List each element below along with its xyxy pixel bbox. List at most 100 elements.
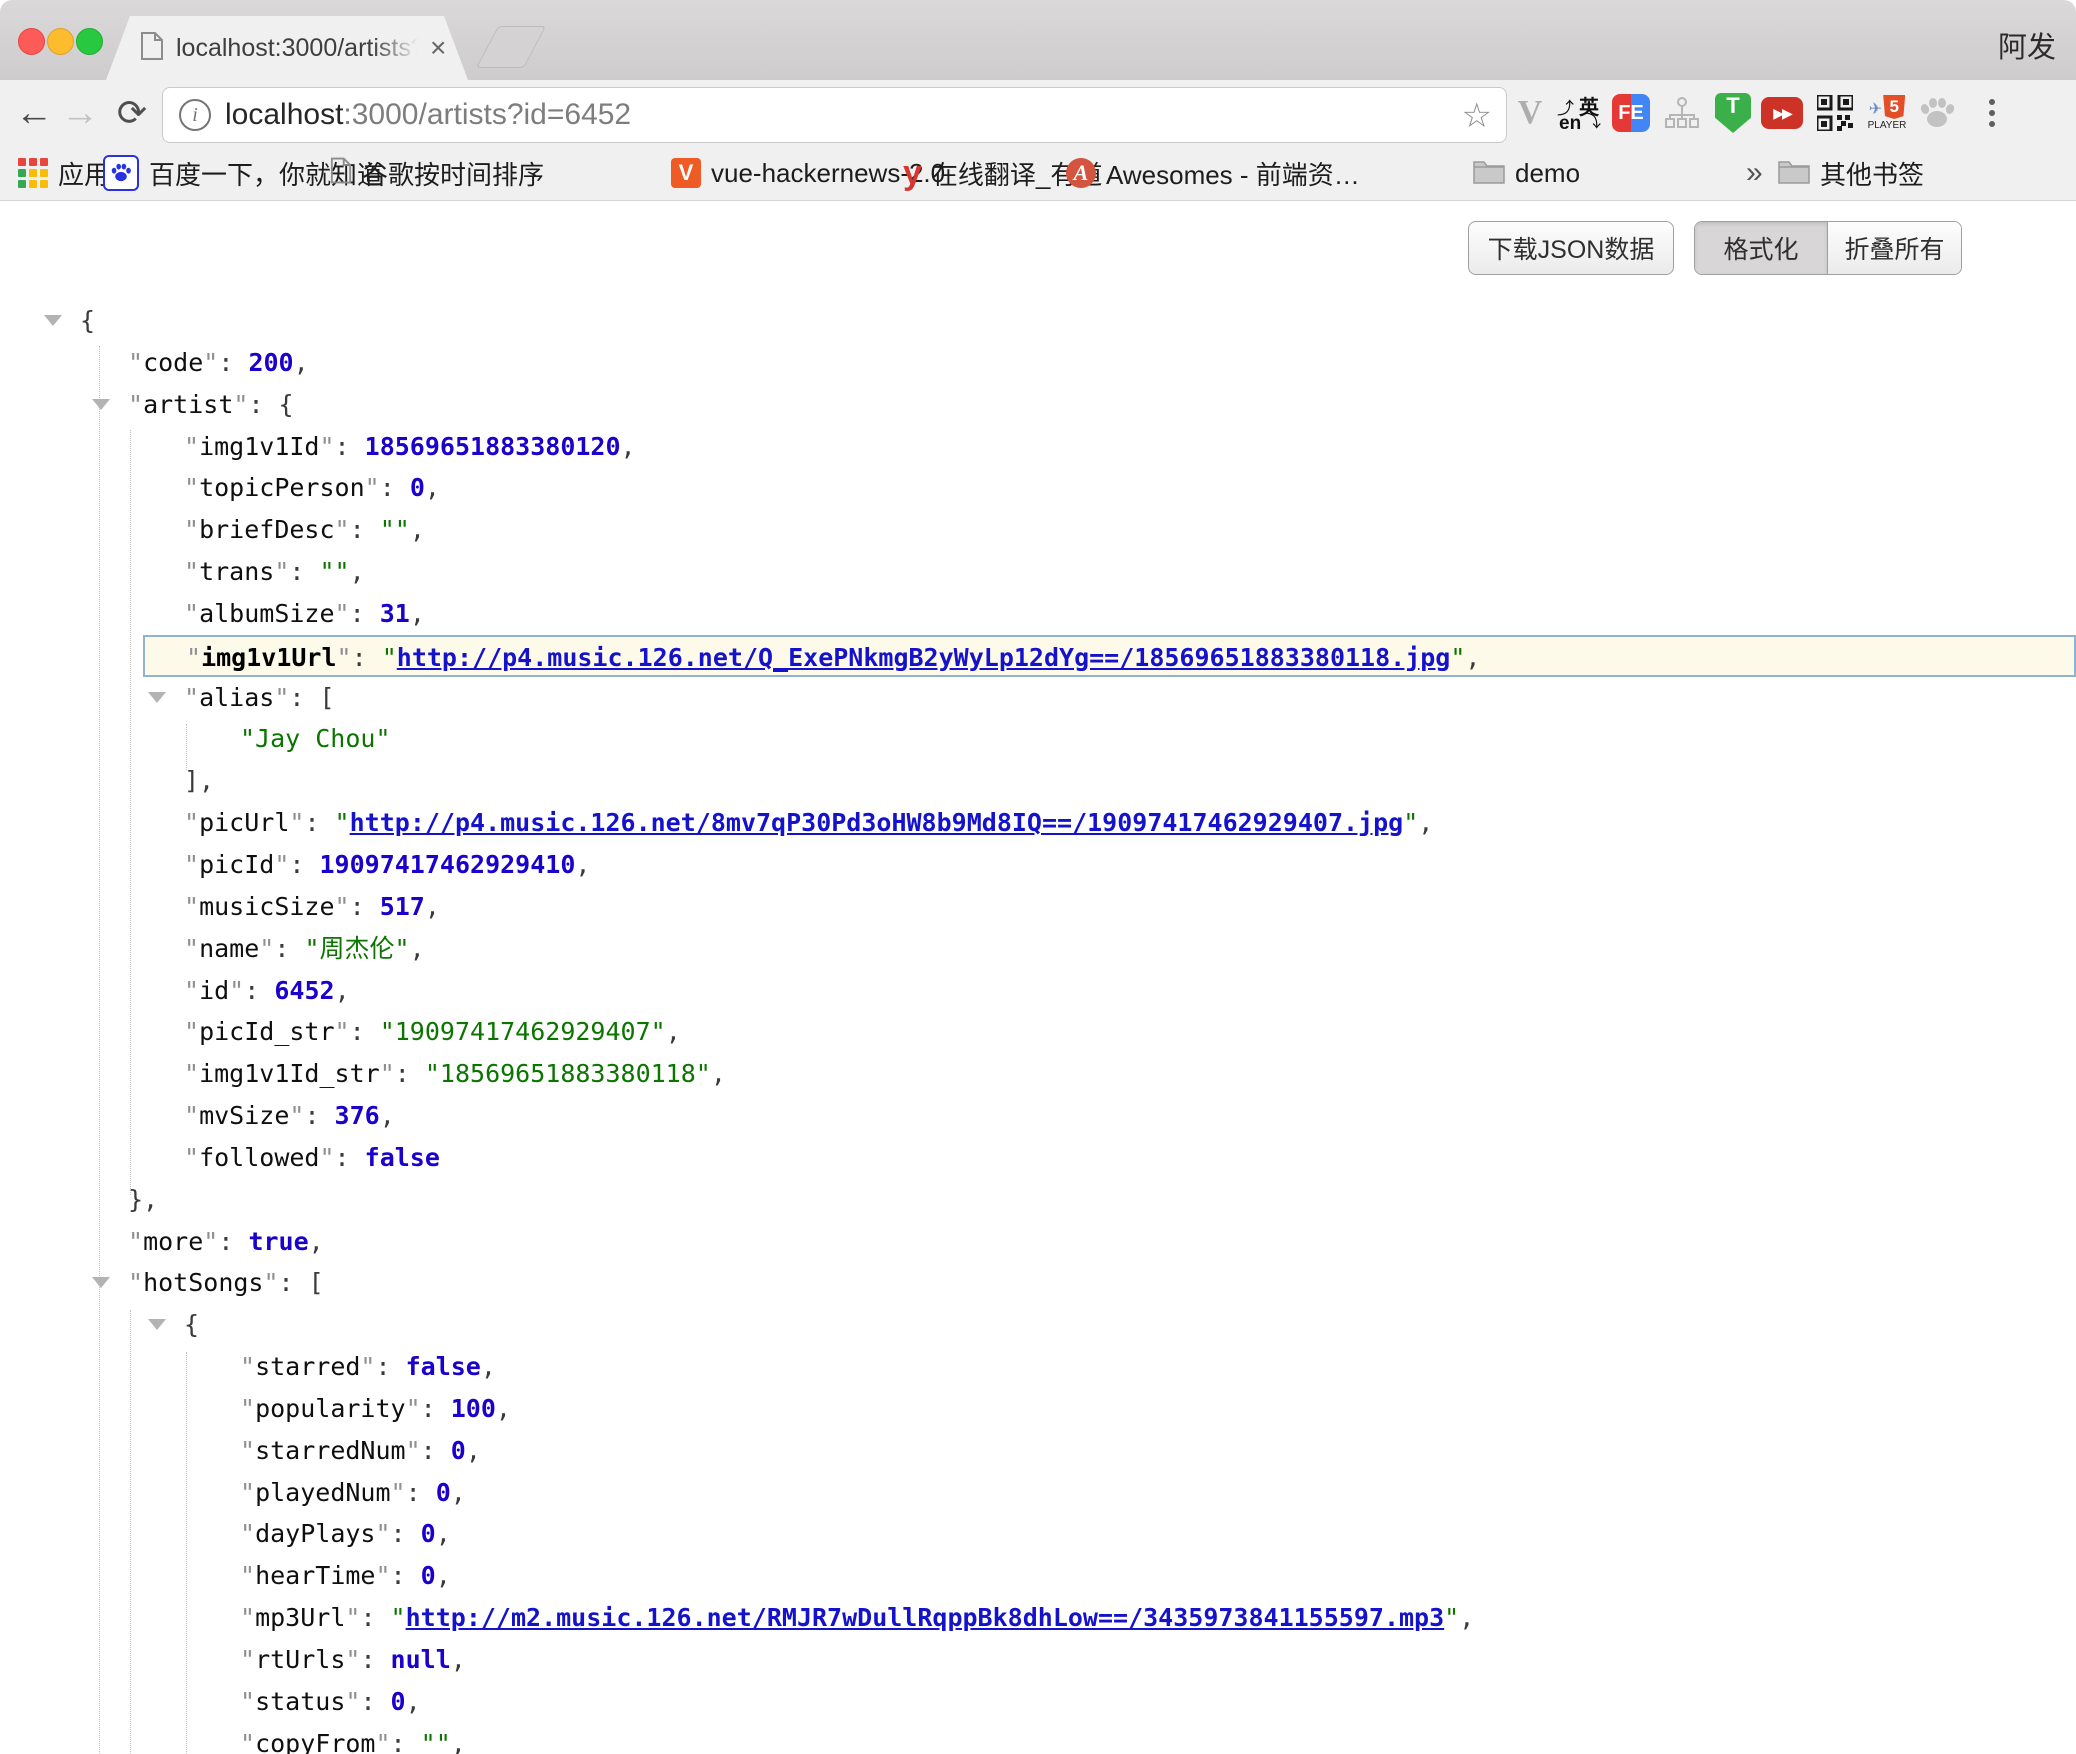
json-line: "hotSongs": [	[0, 1262, 2076, 1304]
video-speed-extension-icon[interactable]: ▶▶	[1758, 80, 1806, 146]
json-line: "rtUrls": null,	[0, 1639, 2076, 1681]
other-bookmarks-folder[interactable]: 其他书签	[1778, 146, 1924, 200]
json-line: "picId_str": "19097417462929407",	[0, 1011, 2076, 1053]
json-line: "playedNum": 0,	[0, 1472, 2076, 1514]
back-button[interactable]: ←	[12, 80, 56, 146]
browser-tab[interactable]: localhost:3000/artists?id=645 ×	[106, 16, 468, 80]
json-line: ],	[0, 760, 2076, 802]
bookmark-star-icon[interactable]: ☆	[1462, 96, 1492, 136]
json-line: {	[0, 300, 2076, 342]
fullscreen-window-button[interactable]	[76, 28, 103, 55]
url-rest: :3000/artists?id=6452	[343, 98, 631, 131]
json-line: "briefDesc": "",	[0, 509, 2076, 551]
json-line: "albumSize": 31,	[0, 593, 2076, 635]
bookmark-label: 谷歌按时间排序	[362, 155, 544, 192]
page-info-icon[interactable]: i	[179, 99, 211, 131]
reload-button[interactable]: ⟳	[108, 80, 156, 146]
shield-extension-icon[interactable]: T	[1710, 80, 1756, 146]
folder-icon	[1778, 158, 1810, 189]
collapse-toggle-icon[interactable]	[148, 1319, 166, 1330]
json-line: "status": 0,	[0, 1681, 2076, 1723]
json-line: "code": 200,	[0, 342, 2076, 384]
collapse-toggle-icon[interactable]	[44, 315, 62, 326]
awesomes-badge-icon: A	[1066, 158, 1096, 188]
browser-toolbar: ← → ⟳ i localhost:3000/artists?id=6452 ☆…	[0, 80, 2076, 146]
bookmark-item-7[interactable]: demo	[1473, 146, 1580, 200]
tab-strip: localhost:3000/artists?id=645 × 阿发	[0, 0, 2076, 80]
view-mode-button-group: 格式化 折叠所有	[1694, 221, 1962, 275]
json-line: "picUrl": "http://p4.music.126.net/8mv7q…	[0, 802, 2076, 844]
forward-button: →	[58, 80, 102, 146]
bookmark-item-1[interactable]: 应用	[18, 146, 110, 200]
tab-title: localhost:3000/artists?id=645	[176, 34, 418, 63]
json-line: "starredNum": 0,	[0, 1430, 2076, 1472]
page-icon	[330, 157, 352, 189]
json-line: "mp3Url": "http://m2.music.126.net/RMJR7…	[0, 1597, 2076, 1639]
json-url-link[interactable]: http://m2.music.126.net/RMJR7wDullRqppBk…	[406, 1603, 1445, 1632]
json-line: "hearTime": 0,	[0, 1555, 2076, 1597]
json-line: "img1v1Id": 18569651883380120,	[0, 426, 2076, 468]
close-window-button[interactable]	[18, 28, 45, 55]
download-json-button[interactable]: 下载JSON数据	[1468, 221, 1674, 275]
url-text: localhost:3000/artists?id=6452	[225, 98, 631, 132]
json-line: "musicSize": 517,	[0, 886, 2076, 928]
collapse-all-button[interactable]: 折叠所有	[1827, 222, 1961, 274]
bookmark-label: Awesomes - 前端资…	[1106, 155, 1360, 192]
youdao-badge-icon: y	[903, 158, 922, 188]
fe-extension-icon[interactable]: FE	[1608, 80, 1654, 146]
url-host: localhost	[225, 98, 343, 131]
collapse-toggle-icon[interactable]	[92, 399, 110, 410]
paw-extension-icon[interactable]	[1914, 80, 1960, 146]
json-line: "picId": 19097417462929410,	[0, 844, 2076, 886]
json-url-link[interactable]: http://p4.music.126.net/8mv7qP30Pd3oHW8b…	[350, 808, 1404, 837]
json-line: },	[0, 1179, 2076, 1221]
profile-name[interactable]: 阿发	[1998, 24, 2056, 66]
json-line: "img1v1Id_str": "18569651883380118",	[0, 1053, 2076, 1095]
collapse-toggle-icon[interactable]	[148, 692, 166, 703]
chrome-menu-icon[interactable]	[1972, 80, 2012, 146]
json-line-highlighted: "img1v1Url": "http://p4.music.126.net/Q_…	[143, 635, 2076, 677]
translate-arrow-icon: ⤵	[1584, 107, 1601, 132]
vue-devtools-icon[interactable]: V	[1508, 80, 1552, 146]
browser-window: localhost:3000/artists?id=645 × 阿发 ← → ⟳…	[0, 0, 2076, 1754]
minimize-window-button[interactable]	[47, 28, 74, 55]
json-line: {	[0, 1304, 2076, 1346]
apps-grid-icon	[18, 158, 48, 188]
json-line: "followed": false	[0, 1137, 2076, 1179]
collapse-toggle-icon[interactable]	[92, 1277, 110, 1288]
address-bar[interactable]: i localhost:3000/artists?id=6452 ☆	[162, 87, 1507, 143]
json-line: "starred": false,	[0, 1346, 2076, 1388]
json-line: "artist": {	[0, 384, 2076, 426]
json-line: "trans": "",	[0, 551, 2076, 593]
bookmark-item-6[interactable]: A Awesomes - 前端资…	[1066, 146, 1360, 200]
json-line: "mvSize": 376,	[0, 1095, 2076, 1137]
page-icon	[140, 32, 164, 65]
json-line: "alias": [	[0, 677, 2076, 719]
json-line: "copyFrom": "",	[0, 1723, 2076, 1754]
json-viewer: {"code": 200,"artist": {"img1v1Id": 1856…	[0, 300, 2076, 1754]
bookmark-label: demo	[1515, 158, 1580, 189]
json-line: "id": 6452,	[0, 970, 2076, 1012]
qr-code-extension-icon[interactable]	[1812, 80, 1858, 146]
bookmarks-overflow-chevron[interactable]: »	[1746, 146, 1763, 200]
folder-icon	[1473, 158, 1505, 189]
json-line: "more": true,	[0, 1221, 2076, 1263]
wing-icon: ✈	[1869, 99, 1882, 119]
vue-badge-icon: V	[671, 158, 701, 188]
json-line: "popularity": 100,	[0, 1388, 2076, 1430]
json-line: "topicPerson": 0,	[0, 467, 2076, 509]
json-line: "Jay Chou"	[0, 718, 2076, 760]
json-line: "name": "周杰伦",	[0, 928, 2076, 970]
page-content: 下载JSON数据 格式化 折叠所有 {"code": 200,"artist":…	[0, 201, 2076, 1754]
bookmarks-bar: 应用百度一下，你就知道谷歌按时间排序Vvue-hackernews-2.0y在线…	[0, 146, 2076, 201]
json-url-link[interactable]: http://p4.music.126.net/Q_ExePNkmgB2yWyL…	[397, 643, 1451, 672]
html5-player-extension-icon[interactable]: ✈ 5 PLAYER	[1860, 80, 1914, 146]
json-line: "dayPlays": 0,	[0, 1513, 2076, 1555]
tab-close-icon[interactable]: ×	[424, 34, 452, 62]
bookmark-item-3[interactable]: 谷歌按时间排序	[330, 146, 544, 200]
new-tab-button[interactable]	[476, 26, 546, 68]
baidu-paw-icon	[103, 155, 139, 191]
sitemap-extension-icon[interactable]	[1660, 80, 1704, 146]
translate-extension-icon[interactable]: ⤴ 英 en ⤵	[1556, 80, 1602, 146]
format-button[interactable]: 格式化	[1695, 222, 1827, 274]
